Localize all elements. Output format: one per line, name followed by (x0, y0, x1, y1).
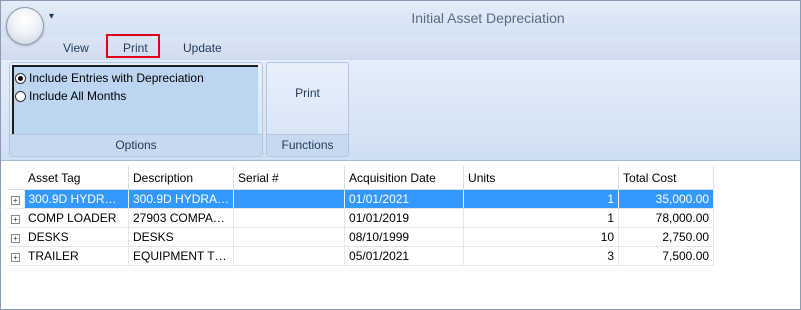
cell-serial[interactable] (233, 189, 346, 209)
cell-acquisition-date[interactable]: 05/01/2021 (344, 246, 465, 266)
cell-asset-tag[interactable]: DESKS (24, 227, 129, 247)
expand-cell[interactable]: + (7, 246, 24, 266)
radio-include-entries[interactable]: Include Entries with Depreciation (15, 71, 204, 85)
asset-table: Asset Tag Description Serial # Acquisiti… (7, 166, 715, 266)
cell-asset-tag[interactable]: TRAILER (24, 246, 129, 266)
cell-asset-tag[interactable]: 300.9D HYDR… (24, 189, 129, 209)
ribbon-panel: Include Entries with Depreciation Includ… (1, 60, 800, 161)
cell-serial[interactable] (233, 227, 346, 247)
cell-units[interactable]: 1 (463, 208, 620, 228)
application-menu-button[interactable] (6, 7, 44, 45)
expand-plus-icon[interactable]: + (11, 234, 20, 243)
functions-group-label: Functions (267, 134, 348, 156)
cell-acquisition-date[interactable]: 08/10/1999 (344, 227, 465, 247)
column-header-acquisition-date[interactable]: Acquisition Date (344, 166, 465, 190)
asset-grid: Asset Tag Description Serial # Acquisiti… (7, 166, 794, 306)
column-header-serial[interactable]: Serial # (233, 166, 346, 190)
cell-units[interactable]: 1 (463, 189, 620, 209)
expand-cell[interactable]: + (7, 208, 24, 228)
window-title: Initial Asset Depreciation (411, 10, 565, 26)
options-radio-box: Include Entries with Depreciation Includ… (12, 65, 258, 137)
cell-serial[interactable] (233, 208, 346, 228)
cell-units[interactable]: 10 (463, 227, 620, 247)
cell-units[interactable]: 3 (463, 246, 620, 266)
cell-description[interactable]: 300.9D HYDRA… (128, 189, 235, 209)
table-row[interactable]: + COMP LOADER 27903 COMPA… 01/01/2019 1 … (7, 208, 715, 228)
radio-include-all-months[interactable]: Include All Months (15, 89, 126, 103)
cell-acquisition-date[interactable]: 01/01/2019 (344, 208, 465, 228)
expand-plus-icon[interactable]: + (11, 215, 20, 224)
expand-cell[interactable]: + (7, 227, 24, 247)
column-header-units[interactable]: Units (463, 166, 620, 190)
cell-total-cost[interactable]: 7,500.00 (618, 246, 715, 266)
expand-column-header (7, 166, 24, 190)
radio-include-entries-label: Include Entries with Depreciation (29, 71, 204, 85)
cell-description[interactable]: 27903 COMPA… (128, 208, 235, 228)
radio-include-all-months-label: Include All Months (29, 89, 127, 103)
cell-asset-tag[interactable]: COMP LOADER (24, 208, 129, 228)
expand-plus-icon[interactable]: + (10, 196, 20, 205)
cell-description[interactable]: EQUIPMENT T… (128, 246, 235, 266)
tab-view[interactable]: View (63, 41, 89, 55)
radio-button-checked[interactable] (15, 72, 26, 84)
column-header-asset-tag[interactable]: Asset Tag (24, 166, 129, 190)
cell-total-cost[interactable]: 35,000.00 (618, 189, 715, 209)
cell-total-cost[interactable]: 2,750.00 (618, 227, 715, 247)
radio-button-unchecked[interactable] (15, 90, 26, 102)
app-window: ▾ Initial Asset Depreciation View Print … (0, 0, 801, 310)
title-bar: ▾ Initial Asset Depreciation (1, 1, 800, 45)
column-header-description[interactable]: Description (128, 166, 235, 190)
table-row[interactable]: + 300.9D HYDR… 300.9D HYDRA… 01/01/2021 … (7, 189, 715, 209)
expand-cell[interactable]: + (7, 189, 25, 209)
table-row[interactable]: + DESKS DESKS 08/10/1999 10 2,750.00 (7, 227, 715, 247)
expand-plus-icon[interactable]: + (11, 253, 20, 262)
options-group: Include Entries with Depreciation Includ… (9, 62, 263, 157)
options-group-label: Options (10, 134, 262, 156)
print-tab-highlight (106, 34, 160, 58)
cell-total-cost[interactable]: 78,000.00 (618, 208, 715, 228)
table-header-row: Asset Tag Description Serial # Acquisiti… (7, 166, 715, 190)
column-header-total-cost[interactable]: Total Cost (618, 166, 715, 190)
cell-acquisition-date[interactable]: 01/01/2021 (344, 189, 465, 209)
cell-serial[interactable] (233, 246, 346, 266)
functions-group: Print Functions (266, 62, 349, 157)
cell-description[interactable]: DESKS (128, 227, 235, 247)
tab-update[interactable]: Update (183, 41, 222, 55)
table-row[interactable]: + TRAILER EQUIPMENT T… 05/01/2021 3 7,50… (7, 246, 715, 266)
